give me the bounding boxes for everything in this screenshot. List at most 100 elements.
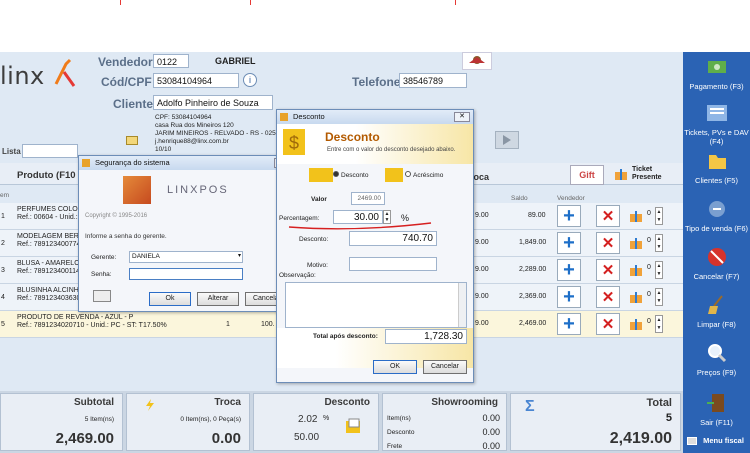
add-quantity-button[interactable]: + xyxy=(557,232,581,254)
total-box: Σ Total 5 2,419.00 xyxy=(510,393,681,451)
lightning-icon xyxy=(146,399,154,411)
desconto-label: Desconto: xyxy=(299,236,329,243)
observacao-textarea[interactable] xyxy=(285,282,467,328)
red-underline-mark xyxy=(288,222,432,230)
fiscal-icon xyxy=(687,437,697,445)
troca-box: Troca 0 Item(ns), 0 Peça(s) 0.00 xyxy=(126,393,250,451)
security-dialog: Segurança do sistema ✕ LINXPOS Copyright… xyxy=(78,155,294,312)
qty-spinner[interactable]: ▲ ▼ xyxy=(655,288,663,306)
vendedor-label: Vendedor xyxy=(98,55,153,69)
cancelar-button[interactable]: Cancelar xyxy=(423,360,467,374)
pagamento-button[interactable]: Pagamento (F3) xyxy=(683,56,750,91)
remove-item-button[interactable]: ✕ xyxy=(596,286,620,308)
precos-button[interactable]: Preços (F9) xyxy=(683,342,750,377)
lista-field[interactable] xyxy=(22,144,78,158)
sigma-icon: Σ xyxy=(525,398,535,415)
qty-spinner[interactable]: ▲ ▼ xyxy=(655,207,663,225)
remove-item-button[interactable]: ✕ xyxy=(596,259,620,281)
gift-box-icon xyxy=(615,169,627,180)
prompt-text: Informe a senha do gerente. xyxy=(85,233,167,240)
discount-option-icon xyxy=(309,168,333,182)
discount-subheading: Entre com o valor do desconto desejado a… xyxy=(327,147,456,153)
cliente-label: Cliente xyxy=(113,97,154,111)
produto-header: Produto (F10 xyxy=(17,170,76,181)
add-quantity-button[interactable]: + xyxy=(557,313,581,335)
vendedor-col-header: Vendedor xyxy=(557,195,585,202)
magnifier-icon xyxy=(707,344,726,363)
vendedor-name: GABRIEL xyxy=(215,56,256,66)
remove-item-button[interactable]: ✕ xyxy=(596,205,620,227)
subtotal-box: Subtotal 5 Item(ns) 2,469.00 xyxy=(0,393,123,451)
gift-icon[interactable] xyxy=(629,263,643,277)
app-icon xyxy=(280,113,288,121)
ok-button[interactable]: Ok xyxy=(149,292,191,306)
cancel-icon xyxy=(707,248,726,266)
vendedor-code-field[interactable]: 0122 xyxy=(153,54,189,68)
info-icon[interactable]: i xyxy=(243,73,257,87)
function-sidebar: Pagamento (F3) Tickets, PVs e DAV (F4) C… xyxy=(683,52,750,453)
alterar-button[interactable]: Alterar xyxy=(197,292,239,306)
customer-info: CPF: 53084104964 casa Rua dos Mineiros 1… xyxy=(155,114,296,153)
broom-icon xyxy=(707,295,723,314)
arrow-right-icon xyxy=(503,135,511,145)
qty-spinner[interactable]: ▲ ▼ xyxy=(655,261,663,279)
total-apos-field: 1,728.30 xyxy=(385,329,467,344)
payment-icon xyxy=(707,61,726,73)
add-quantity-button[interactable]: + xyxy=(557,286,581,308)
cpf-field[interactable]: 53084104964 xyxy=(153,73,239,88)
discount-heading: Desconto xyxy=(325,130,380,144)
desconto-box[interactable]: Desconto 2.02 % 50.00 xyxy=(253,393,379,451)
clientes-button[interactable]: Clientes (F5) xyxy=(683,150,750,185)
qty-spinner[interactable]: ▲ ▼ xyxy=(655,234,663,252)
cpf-label: Cód/CPF xyxy=(101,75,152,89)
menu-fiscal-button[interactable]: Menu fiscal xyxy=(683,436,750,445)
dollar-icon: $ xyxy=(283,129,305,155)
gift-button[interactable]: Gift xyxy=(570,165,604,185)
sair-button[interactable]: Sair (F11) xyxy=(683,392,750,427)
cancelar-button[interactable]: Cancelar (F7) xyxy=(683,246,750,281)
cliente-field[interactable]: Adolfo Pinheiro de Souza xyxy=(153,95,273,110)
totals-bar: Subtotal 5 Item(ns) 2,469.00 Troca 0 Ite… xyxy=(0,391,683,453)
remove-item-button[interactable]: ✕ xyxy=(596,313,620,335)
gift-icon[interactable] xyxy=(629,290,643,304)
sale-type-icon xyxy=(708,201,725,217)
gift-icon[interactable] xyxy=(629,317,643,331)
keyboard-icon[interactable] xyxy=(93,290,111,302)
close-button[interactable]: ✕ xyxy=(454,112,470,122)
gift-icon[interactable] xyxy=(629,236,643,250)
qty-spinner[interactable]: ▲ ▼ xyxy=(655,315,663,333)
forward-button[interactable] xyxy=(495,131,519,149)
gift-icon[interactable] xyxy=(629,209,643,223)
senha-field[interactable] xyxy=(129,268,243,280)
gerente-select[interactable]: DANIELA ▾ xyxy=(129,251,243,263)
motivo-label: Motivo: xyxy=(307,262,328,269)
scrollbar[interactable] xyxy=(458,283,466,327)
folder-icon xyxy=(708,155,726,169)
ok-button[interactable]: OK xyxy=(373,360,417,374)
discount-dialog-title: Desconto ✕ xyxy=(277,110,473,124)
svg-text:$: $ xyxy=(289,133,299,153)
telefone-field[interactable]: 38546789 xyxy=(399,73,467,88)
telefone-label: Telefone xyxy=(352,75,401,89)
acrescimo-radio[interactable]: Acréscimo xyxy=(405,171,443,179)
tipo-venda-button[interactable]: Tipo de venda (F6) xyxy=(683,198,750,233)
total-apos-label: Total após desconto: xyxy=(313,333,378,340)
add-quantity-button[interactable]: + xyxy=(557,259,581,281)
limpar-button[interactable]: Limpar (F8) xyxy=(683,294,750,329)
valor-label: Valor xyxy=(311,196,327,203)
discount-tag-icon xyxy=(346,418,360,433)
senha-label: Senha: xyxy=(91,271,112,278)
linx-logo: linx xyxy=(0,62,45,90)
desconto-field[interactable]: 740.70 xyxy=(349,231,437,246)
email-icon[interactable] xyxy=(126,136,138,145)
customer-photo[interactable] xyxy=(462,52,492,70)
tickets-button[interactable]: Tickets, PVs e DAV (F4) xyxy=(683,102,750,146)
copyright: Copyright © 1995-2016 xyxy=(85,213,148,219)
remove-item-button[interactable]: ✕ xyxy=(596,232,620,254)
top-marks xyxy=(120,0,460,6)
desconto-radio[interactable]: Desconto xyxy=(333,171,368,179)
motivo-field[interactable] xyxy=(349,257,437,271)
add-quantity-button[interactable]: + xyxy=(557,205,581,227)
ticket-presente-button[interactable]: Ticket Presente xyxy=(612,165,666,185)
exit-door-icon xyxy=(706,394,724,412)
